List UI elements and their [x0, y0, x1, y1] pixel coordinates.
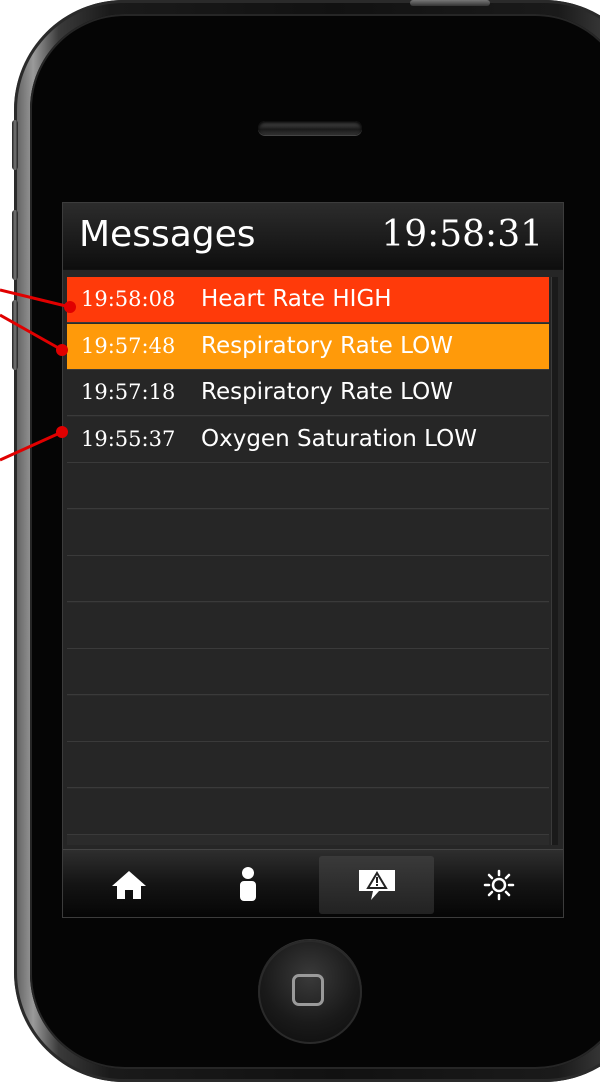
mute-switch — [12, 120, 18, 170]
person-icon — [239, 867, 256, 901]
phone-screen: Messages 19:58:31 19:58:08 Heart Rate HIG… — [62, 202, 564, 918]
settings-sun-icon — [483, 869, 514, 901]
message-text: Heart Rate HIGH — [201, 286, 392, 312]
page-title: Messages — [79, 214, 256, 255]
empty-row — [67, 742, 549, 788]
home-button[interactable] — [258, 940, 362, 1044]
tab-bar — [63, 849, 563, 917]
tab-settings[interactable] — [441, 856, 556, 914]
message-text: Respiratory Rate LOW — [201, 332, 453, 359]
power-button — [410, 0, 490, 6]
message-row[interactable]: 19:57:48 Respiratory Rate LOW — [67, 323, 549, 370]
message-row[interactable]: 19:58:08 Heart Rate HIGH — [67, 277, 549, 323]
message-time: 19:57:18 — [81, 380, 176, 404]
message-text: Respiratory Rate LOW — [201, 379, 453, 405]
message-time: 19:58:08 — [81, 287, 176, 311]
alert-message-icon — [358, 870, 395, 900]
stage: Messages 19:58:31 19:58:08 Heart Rate HIG… — [0, 0, 600, 1085]
scrollbar[interactable] — [551, 277, 558, 845]
earpiece-speaker — [258, 121, 362, 135]
message-text: Oxygen Saturation LOW — [201, 425, 478, 452]
nav-header: Messages 19:58:31 — [63, 203, 563, 270]
tab-messages[interactable] — [319, 856, 434, 914]
message-row[interactable]: 19:55:37 Oxygen Saturation LOW — [67, 416, 549, 463]
clock: 19:58:31 — [381, 214, 543, 255]
empty-row — [67, 509, 549, 556]
empty-row — [67, 649, 549, 695]
empty-row — [67, 788, 549, 835]
message-time: 19:57:48 — [81, 333, 176, 358]
tab-patient[interactable] — [190, 856, 305, 914]
message-row[interactable]: 19:57:18 Respiratory Rate LOW — [67, 370, 549, 416]
empty-row — [67, 602, 549, 649]
message-list[interactable]: 19:58:08 Heart Rate HIGH 19:57:48 Respirato… — [67, 277, 549, 845]
home-icon — [111, 871, 146, 899]
volume-down-button — [12, 300, 18, 370]
empty-row — [67, 695, 549, 742]
volume-up-button — [12, 210, 18, 280]
tab-home[interactable] — [71, 856, 186, 914]
message-time: 19:55:37 — [81, 426, 176, 451]
home-button-icon — [292, 974, 324, 1006]
empty-row — [67, 556, 549, 602]
empty-row — [67, 463, 549, 509]
